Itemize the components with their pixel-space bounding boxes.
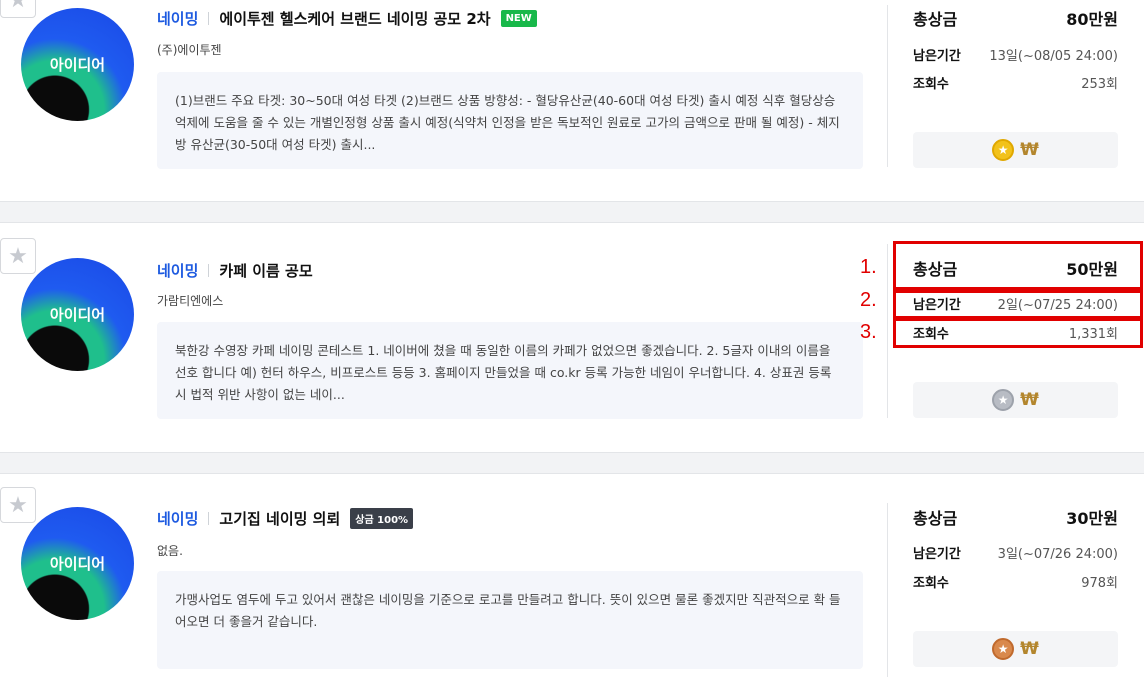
divider: [208, 511, 210, 525]
divider: [208, 11, 210, 25]
prize-label: 총상금: [913, 10, 958, 29]
contest-title[interactable]: 고기집 네이밍 의뢰: [219, 508, 340, 529]
views-value: 253회: [1081, 77, 1118, 92]
won-icon: ₩: [1020, 639, 1039, 659]
period-value: 3일(~07/26 24:00): [997, 547, 1118, 562]
views-label: 조회수: [913, 77, 949, 92]
category-label[interactable]: 네이밍: [157, 508, 198, 529]
favorite-star-icon[interactable]: ★: [0, 238, 36, 274]
contest-thumbnail[interactable]: 아이디어: [21, 8, 134, 121]
thumbnail-text: 아이디어: [49, 56, 106, 74]
annotation-number-3: 3.: [860, 321, 877, 343]
category-label[interactable]: 네이밍: [157, 260, 198, 281]
views-row: 조회수 253회: [913, 73, 1118, 92]
grade-box: ★ ₩: [913, 382, 1118, 418]
contest-card-1[interactable]: ★ 아이디어 네이밍 에이투젠 헬스케어 브랜드 네이밍 공모 2차 NEW (…: [0, 0, 1144, 201]
category-label[interactable]: 네이밍: [157, 8, 198, 29]
views-value: 978회: [1081, 576, 1118, 591]
new-badge: NEW: [500, 9, 537, 27]
thumbnail-text: 아이디어: [49, 306, 106, 324]
prize-guarantee-badge: 상금 100%: [350, 507, 414, 529]
contest-description[interactable]: 가맹사업도 염두에 두고 있어서 괜찮은 네이밍을 기준으로 로고를 만들려고 …: [157, 571, 863, 669]
annotation-box-views: [893, 318, 1143, 348]
contest-description[interactable]: (1)브랜드 주요 타겟: 30~50대 여성 타겟 (2)브랜드 상품 방향성…: [157, 72, 863, 169]
company-name: (주)에이투젠: [157, 43, 222, 57]
views-row: 조회수 978회: [913, 572, 1118, 591]
contest-description[interactable]: 북한강 수영장 카페 네이밍 콘테스트 1. 네이버에 쳤을 때 동일한 이름의…: [157, 322, 863, 419]
prize-row: 총상금 80만원: [913, 6, 1118, 30]
period-row: 남은기간 13일(~08/05 24:00): [913, 45, 1118, 64]
divider: [887, 244, 888, 418]
contest-thumbnail[interactable]: 아이디어: [21, 258, 134, 371]
annotation-box-prize: [893, 241, 1143, 290]
period-label: 남은기간: [913, 547, 961, 562]
prize-value: 30만원: [1066, 509, 1118, 528]
card-separator: [0, 201, 1144, 223]
favorite-star-icon[interactable]: ★: [0, 487, 36, 523]
won-icon: ₩: [1020, 140, 1039, 160]
won-icon: ₩: [1020, 390, 1039, 410]
period-row: 남은기간 3일(~07/26 24:00): [913, 543, 1118, 562]
contest-card-3[interactable]: ★ 아이디어 네이밍 고기집 네이밍 의뢰 상금 100% 없음. 가맹사업도 …: [0, 475, 1144, 677]
silver-coin-icon: ★: [992, 389, 1015, 411]
bronze-coin-icon: ★: [992, 638, 1015, 660]
divider: [887, 5, 888, 167]
thumbnail-text: 아이디어: [49, 555, 106, 573]
gold-coin-icon: ★: [992, 139, 1015, 161]
grade-box: ★ ₩: [913, 132, 1118, 168]
contest-header: 네이밍 고기집 네이밍 의뢰 상금 100%: [157, 506, 414, 530]
company-name: 없음.: [157, 544, 183, 558]
contest-header: 네이밍 에이투젠 헬스케어 브랜드 네이밍 공모 2차 NEW: [157, 6, 537, 30]
grade-box: ★ ₩: [913, 631, 1118, 667]
prize-value: 80만원: [1066, 10, 1118, 29]
annotation-number-1: 1.: [860, 256, 877, 278]
contest-thumbnail[interactable]: 아이디어: [21, 507, 134, 620]
card-separator: [0, 452, 1144, 474]
company-name: 가람티엔에스: [157, 294, 224, 308]
period-label: 남은기간: [913, 49, 961, 64]
prize-label: 총상금: [913, 509, 958, 528]
contest-header: 네이밍 카페 이름 공모: [157, 258, 313, 282]
divider: [887, 503, 888, 677]
contest-title[interactable]: 에이투젠 헬스케어 브랜드 네이밍 공모 2차: [219, 8, 490, 29]
period-value: 13일(~08/05 24:00): [989, 49, 1118, 64]
annotation-box-period: [893, 290, 1143, 319]
favorite-star-icon[interactable]: ★: [0, 0, 36, 18]
views-label: 조회수: [913, 576, 949, 591]
contest-title[interactable]: 카페 이름 공모: [219, 260, 312, 281]
prize-row: 총상금 30만원: [913, 505, 1118, 529]
annotation-number-2: 2.: [860, 289, 877, 311]
divider: [208, 263, 210, 277]
